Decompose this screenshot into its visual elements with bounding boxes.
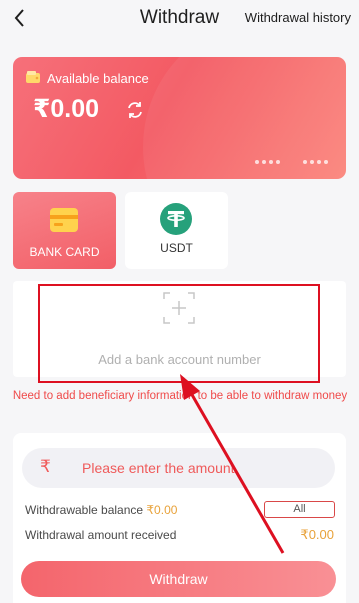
withdrawable-balance-row: Withdrawable balance ₹0.00 (25, 503, 177, 517)
beneficiary-hint: Need to add beneficiary information to b… (12, 390, 348, 402)
card-number-mask (255, 160, 280, 164)
amount-received-value: ₹0.00 (300, 527, 334, 542)
method-usdt[interactable]: USDT (125, 192, 228, 269)
bank-card-icon (50, 208, 78, 232)
card-number-mask (303, 160, 328, 164)
refresh-icon[interactable] (125, 100, 145, 120)
method-bank-card-label: BANK CARD (29, 245, 100, 259)
withdraw-page: Withdraw Withdrawal history Available ba… (0, 0, 359, 603)
withdrawable-balance-label: Withdrawable balance (25, 503, 144, 517)
amount-field[interactable]: ₹ (22, 448, 335, 488)
annotation-highlight-box (38, 284, 320, 383)
method-usdt-label: USDT (160, 241, 193, 255)
header-bar: Withdraw Withdrawal history (0, 0, 359, 40)
withdraw-button[interactable]: Withdraw (21, 561, 336, 597)
rupee-icon: ₹ (40, 457, 51, 476)
wallet-icon (26, 71, 40, 83)
available-balance-label: Available balance (47, 71, 149, 86)
withdrawable-balance-value: ₹0.00 (146, 503, 178, 517)
withdrawal-history-link[interactable]: Withdrawal history (245, 10, 351, 25)
available-balance-amount: ₹0.00 (33, 95, 100, 123)
amount-input[interactable] (82, 448, 322, 488)
method-bank-card[interactable]: BANK CARD (13, 192, 116, 269)
tether-icon (160, 203, 192, 235)
balance-card: Available balance ₹0.00 (13, 57, 346, 179)
amount-received-label: Withdrawal amount received (25, 528, 177, 542)
all-button[interactable]: All (264, 501, 335, 518)
